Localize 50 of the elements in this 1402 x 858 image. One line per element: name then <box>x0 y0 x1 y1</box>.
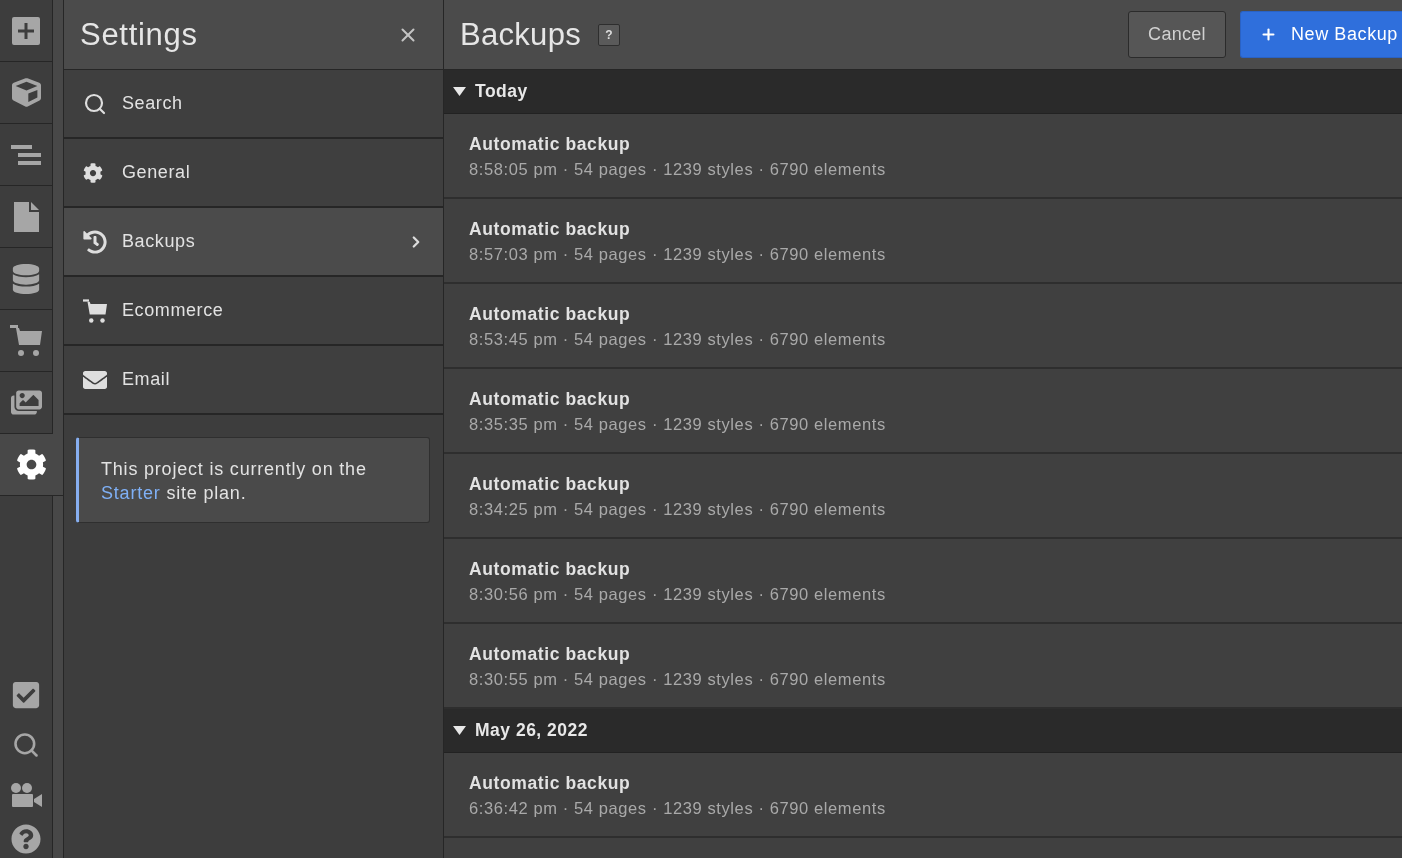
backup-title: Automatic backup <box>469 388 631 410</box>
toolbar-button[interactable] <box>0 0 53 62</box>
settings-icon <box>16 449 47 480</box>
backup-details: 8:34:25 pm · 54 pages · 1239 styles · 6790 elements <box>469 499 886 520</box>
caret-down-icon <box>453 87 466 96</box>
history-icon <box>83 229 107 254</box>
plan-notice-text: This project is currently on the Starter site plan. <box>101 458 368 505</box>
panel-title: Settings <box>80 16 198 53</box>
plan-link[interactable]: Starter <box>101 483 161 503</box>
cart-icon <box>10 325 42 356</box>
lines-icon <box>11 144 41 165</box>
toolbar-button[interactable] <box>0 124 53 186</box>
cube-icon <box>11 78 41 107</box>
toolbar-button[interactable] <box>0 186 53 248</box>
settings-nav-item[interactable]: Backups <box>64 208 443 277</box>
backup-title: Automatic backup <box>469 558 631 580</box>
database-icon <box>11 263 41 294</box>
toolbar-button[interactable] <box>0 62 53 124</box>
backup-title: Automatic backup <box>469 643 631 665</box>
help-icon[interactable] <box>11 824 41 854</box>
toolbar-button[interactable] <box>0 310 53 372</box>
backup-title: Automatic backup <box>469 303 631 325</box>
images-icon <box>10 387 42 418</box>
backup-details: 8:53:45 pm · 54 pages · 1239 styles · 6790 elements <box>469 329 886 350</box>
new-backup-button[interactable]: New Backup <box>1239 11 1402 58</box>
panel-title: Backups <box>460 16 581 53</box>
group-header[interactable]: Today <box>444 70 1402 114</box>
cart-icon <box>83 298 107 323</box>
page-icon <box>13 201 39 232</box>
backup-details: 8:57:03 pm · 54 pages · 1239 styles · 6790 elements <box>469 244 886 265</box>
group-header[interactable]: May 26, 2022 <box>444 709 1402 753</box>
video-camera-icon[interactable] <box>10 783 42 807</box>
toolbar-button[interactable] <box>0 248 53 310</box>
backup-details: 6:36:42 pm · 54 pages · 1239 styles · 6790 elements <box>469 798 886 819</box>
gear-icon <box>83 162 103 183</box>
backup-details: 8:30:56 pm · 54 pages · 1239 styles · 6790 elements <box>469 584 886 605</box>
backup-title: Automatic backup <box>469 772 631 794</box>
search-icon <box>83 91 107 116</box>
backup-title: Automatic backup <box>469 473 631 495</box>
backup-details: 8:35:35 pm · 54 pages · 1239 styles · 6790 elements <box>469 414 886 435</box>
backup-details: 8:30:55 pm · 54 pages · 1239 styles · 6790 elements <box>469 669 886 690</box>
backup-details: 8:58:05 pm · 54 pages · 1239 styles · 6790 elements <box>469 159 886 180</box>
caret-down-icon <box>453 726 466 735</box>
backup-title: Automatic backup <box>469 133 631 155</box>
backup-title: Automatic backup <box>469 218 631 240</box>
toolbar-button[interactable] <box>0 372 53 434</box>
plus-icon <box>1259 26 1277 43</box>
cancel-button[interactable]: Cancel <box>1128 11 1226 58</box>
search-icon[interactable] <box>12 731 40 759</box>
help-button[interactable]: ? <box>598 23 620 46</box>
